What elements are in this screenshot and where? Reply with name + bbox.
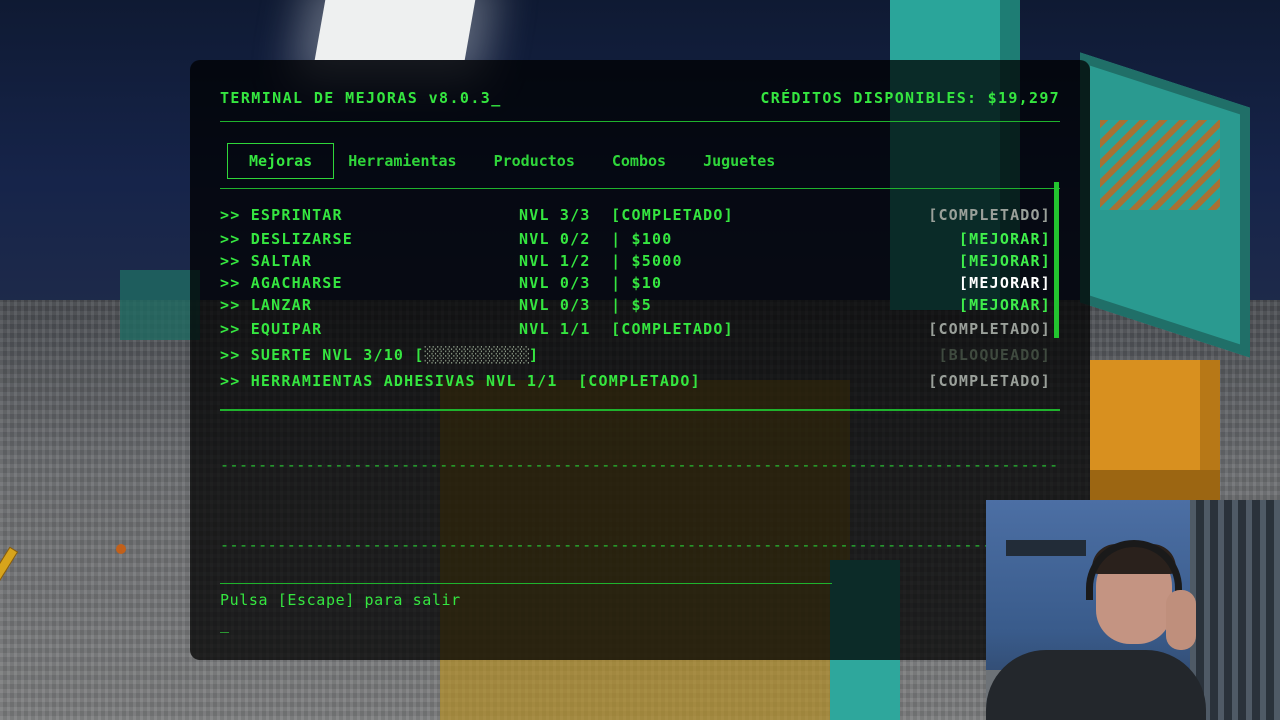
upgrade-name: >> HERRAMIENTAS ADHESIVAS NVL 1/1 [COMPL… [220,372,701,390]
upgrade-button[interactable]: [MEJORAR] [959,296,1051,314]
upgrade-name: >> EQUIPAR [220,320,323,338]
webcam-curtain [1190,500,1280,720]
orange-teal-pattern [1100,120,1220,210]
upgrade-name: >> ESPRINTAR [220,206,343,224]
scrollbar[interactable] [1054,182,1059,338]
upgrade-level: NVL 3/3 [COMPLETADO] [519,206,734,224]
completed-label: [COMPLETADO] [928,372,1051,390]
upgrade-row-lanzar: >> LANZAR NVL 0/3 | $5 [MEJORAR] [220,296,1055,316]
list-divider [220,409,1060,411]
suerte-label: >> SUERTE NVL 3/10 [ [220,346,425,364]
footer-divider [220,583,832,584]
text-cursor: _ [220,615,230,633]
tab-mejoras[interactable]: Mejoras [227,143,335,179]
upgrade-row-deslizarse: >> DESLIZARSE NVL 0/2 | $100 [MEJORAR] [220,230,1055,250]
webcam-person-hand [1166,590,1196,650]
tab-juguetes[interactable]: Juguetes [703,144,775,178]
tab-herramientas[interactable]: Herramientas [348,144,456,178]
credits-display: CRÉDITOS DISPONIBLES: $19,297 [760,89,1060,107]
upgrade-row-equipar: >> EQUIPAR NVL 1/1 [COMPLETADO] [COMPLET… [220,320,1055,340]
upgrade-level: NVL 0/3 | $5 [519,296,652,314]
exit-hint: Pulsa [Escape] para salir [220,591,461,609]
webcam-overlay [986,500,1280,720]
webcam-person-body [986,650,1206,720]
upgrade-button[interactable]: [MEJORAR] [959,274,1051,292]
upgrade-row-suerte: >> SUERTE NVL 3/10 [░░░░░░░░░░░░░] [BLOQ… [220,346,1055,366]
orange-crates [1090,360,1220,500]
completed-label: [COMPLETADO] [928,206,1051,224]
upgrade-level: NVL 0/3 | $10 [519,274,663,292]
progress-bar: ░░░░░░░░░░░░░ [424,346,530,364]
upgrade-row-herramientas-adhesivas: >> HERRAMIENTAS ADHESIVAS NVL 1/1 [COMPL… [220,372,1055,392]
ceiling-light [314,0,476,60]
progress-end: ] [529,346,540,364]
dashed-separator: ----------------------------------------… [220,536,1060,554]
tab-productos[interactable]: Productos [494,144,575,178]
upgrade-level: NVL 1/2 | $5000 [519,252,683,270]
upgrade-name: >> SUERTE NVL 3/10 [░░░░░░░░░░░░░] [220,346,539,364]
upgrade-level: NVL 0/2 | $100 [519,230,673,248]
pencil-tip [116,544,126,554]
locked-label: [BLOQUEADO] [938,346,1051,364]
upgrade-button[interactable]: [MEJORAR] [959,230,1051,248]
upgrade-name: >> SALTAR [220,252,313,270]
upgrade-row-agacharse: >> AGACHARSE NVL 0/3 | $10 [MEJORAR] [220,274,1055,294]
upgrade-name: >> LANZAR [220,296,313,314]
tab-combos[interactable]: Combos [612,144,666,178]
upgrade-name: >> DESLIZARSE [220,230,353,248]
upgrade-name: >> AGACHARSE [220,274,343,292]
terminal-title: TERMINAL DE MEJORAS v8.0.3_ [220,89,502,107]
tab-divider [220,188,1060,189]
upgrade-level: NVL 1/1 [COMPLETADO] [519,320,734,338]
webcam-shelf [1006,540,1086,556]
upgrade-row-esprintar: >> ESPRINTAR NVL 3/3 [COMPLETADO] [COMPL… [220,206,1055,226]
completed-label: [COMPLETADO] [928,320,1051,338]
upgrade-terminal: TERMINAL DE MEJORAS v8.0.3_ CRÉDITOS DIS… [190,60,1090,660]
header-divider [220,121,1060,122]
upgrade-row-saltar: >> SALTAR NVL 1/2 | $5000 [MEJORAR] [220,252,1055,272]
distant-machine [120,270,200,340]
upgrade-button[interactable]: [MEJORAR] [959,252,1051,270]
tab-bar: Mejoras Herramientas Productos Combos Ju… [227,143,812,179]
dashed-separator: ----------------------------------------… [220,456,1060,474]
